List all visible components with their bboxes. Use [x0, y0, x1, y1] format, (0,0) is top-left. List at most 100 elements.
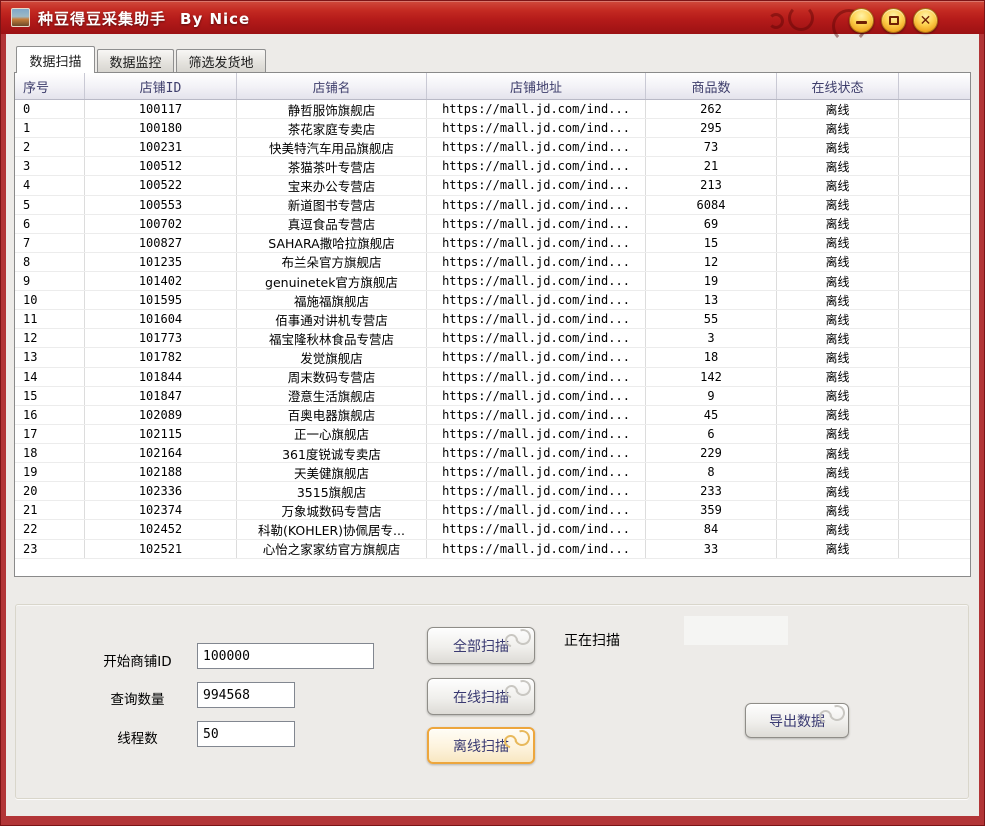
table-row[interactable]: 22102452科勒(KOHLER)协佩居专...https://mall.jd…	[15, 520, 970, 539]
header-online-status[interactable]: 在线状态	[777, 73, 899, 99]
product-count: 84	[646, 520, 777, 538]
product-count: 9	[646, 387, 777, 405]
online-status: 离线	[777, 501, 899, 519]
table-row[interactable]: 7100827SAHARA撒哈拉旗舰店https://mall.jd.com/i…	[15, 234, 970, 253]
online-status: 离线	[777, 157, 899, 175]
tab-filter-shipping[interactable]: 筛选发货地	[176, 49, 266, 73]
scan-online-button[interactable]: 在线扫描	[427, 678, 535, 715]
online-status: 离线	[777, 291, 899, 309]
header-index[interactable]: 序号	[15, 73, 85, 99]
shop-url: https://mall.jd.com/ind...	[427, 272, 646, 290]
online-status: 离线	[777, 138, 899, 156]
scan-all-button[interactable]: 全部扫描	[427, 627, 535, 664]
shop-id: 100522	[85, 176, 237, 194]
query-count-input[interactable]	[197, 682, 295, 708]
thread-count-input[interactable]	[197, 721, 295, 747]
maximize-button[interactable]	[881, 8, 906, 33]
shop-id: 102336	[85, 482, 237, 500]
table-row[interactable]: 9101402genuinetek官方旗舰店https://mall.jd.co…	[15, 272, 970, 291]
product-count: 13	[646, 291, 777, 309]
table-row[interactable]: 201023363515旗舰店https://mall.jd.com/ind..…	[15, 482, 970, 501]
shop-url: https://mall.jd.com/ind...	[427, 119, 646, 137]
table-row[interactable]: 12101773福宝隆秋林食品专营店https://mall.jd.com/in…	[15, 329, 970, 348]
online-status: 离线	[777, 253, 899, 271]
row-index: 8	[15, 253, 85, 271]
row-index: 21	[15, 501, 85, 519]
table-row[interactable]: 23102521心怡之家家纺官方旗舰店https://mall.jd.com/i…	[15, 540, 970, 559]
row-index: 18	[15, 444, 85, 462]
table-row[interactable]: 16102089百奥电器旗舰店https://mall.jd.com/ind..…	[15, 406, 970, 425]
titlebar-swirl-decoration	[768, 13, 784, 29]
table-row[interactable]: 3100512茶猫茶叶专营店https://mall.jd.com/ind...…	[15, 157, 970, 176]
table-row[interactable]: 4100522宝来办公专营店https://mall.jd.com/ind...…	[15, 176, 970, 195]
table-row[interactable]: 18102164361度锐诚专卖店https://mall.jd.com/ind…	[15, 444, 970, 463]
row-index: 14	[15, 368, 85, 386]
shop-id: 102452	[85, 520, 237, 538]
shop-id: 101604	[85, 310, 237, 328]
product-count: 18	[646, 348, 777, 366]
table-row[interactable]: 17102115正一心旗舰店https://mall.jd.com/ind...…	[15, 425, 970, 444]
empty-cell	[899, 482, 970, 500]
table-row[interactable]: 6100702真逗食品专营店https://mall.jd.com/ind...…	[15, 215, 970, 234]
header-product-count[interactable]: 商品数	[646, 73, 777, 99]
row-index: 19	[15, 463, 85, 481]
row-index: 16	[15, 406, 85, 424]
product-count: 21	[646, 157, 777, 175]
shop-url: https://mall.jd.com/ind...	[427, 520, 646, 538]
shop-name: genuinetek官方旗舰店	[237, 272, 427, 290]
table-row[interactable]: 19102188天美健旗舰店https://mall.jd.com/ind...…	[15, 463, 970, 482]
shop-id: 101847	[85, 387, 237, 405]
table-row[interactable]: 0100117静哲服饰旗舰店https://mall.jd.com/ind...…	[15, 100, 970, 119]
product-count: 6	[646, 425, 777, 443]
header-shop-url[interactable]: 店铺地址	[427, 73, 646, 99]
shop-table: 序号 店铺ID 店铺名 店铺地址 商品数 在线状态 0100117静哲服饰旗舰店…	[14, 72, 971, 577]
start-shop-id-input[interactable]	[197, 643, 374, 669]
product-count: 73	[646, 138, 777, 156]
online-status: 离线	[777, 406, 899, 424]
table-row[interactable]: 2100231快美特汽车用品旗舰店https://mall.jd.com/ind…	[15, 138, 970, 157]
header-shop-name[interactable]: 店铺名	[237, 73, 427, 99]
shop-id: 102521	[85, 540, 237, 558]
table-row[interactable]: 8101235布兰朵官方旗舰店https://mall.jd.com/ind..…	[15, 253, 970, 272]
empty-cell	[899, 463, 970, 481]
close-button[interactable]: ✕	[913, 8, 938, 33]
shop-url: https://mall.jd.com/ind...	[427, 215, 646, 233]
table-row[interactable]: 13101782发觉旗舰店https://mall.jd.com/ind...1…	[15, 348, 970, 367]
table-row[interactable]: 15101847澄意生活旗舰店https://mall.jd.com/ind..…	[15, 387, 970, 406]
shop-url: https://mall.jd.com/ind...	[427, 368, 646, 386]
export-data-button[interactable]: 导出数据	[745, 703, 849, 738]
shop-name: 周末数码专营店	[237, 368, 427, 386]
shop-url: https://mall.jd.com/ind...	[427, 482, 646, 500]
shop-id: 100180	[85, 119, 237, 137]
app-window: 种豆得豆采集助手By Nice ✕ 数据扫描 数据监控 筛选发货地 序号 店铺I…	[0, 0, 985, 826]
shop-id: 101595	[85, 291, 237, 309]
title-bar[interactable]: 种豆得豆采集助手By Nice ✕	[1, 1, 984, 34]
table-row[interactable]: 1100180茶花家庭专卖店https://mall.jd.com/ind...…	[15, 119, 970, 138]
table-row[interactable]: 21102374万象城数码专营店https://mall.jd.com/ind.…	[15, 501, 970, 520]
minimize-button[interactable]	[849, 8, 874, 33]
online-status: 离线	[777, 463, 899, 481]
shop-url: https://mall.jd.com/ind...	[427, 291, 646, 309]
shop-id: 102188	[85, 463, 237, 481]
row-index: 11	[15, 310, 85, 328]
row-index: 22	[15, 520, 85, 538]
table-row[interactable]: 14101844周末数码专营店https://mall.jd.com/ind..…	[15, 368, 970, 387]
online-status: 离线	[777, 100, 899, 118]
tab-data-monitor[interactable]: 数据监控	[97, 49, 174, 73]
row-index: 2	[15, 138, 85, 156]
shop-url: https://mall.jd.com/ind...	[427, 157, 646, 175]
row-index: 9	[15, 272, 85, 290]
tab-data-scan[interactable]: 数据扫描	[16, 46, 95, 73]
scan-offline-button[interactable]: 离线扫描	[427, 727, 535, 764]
row-index: 0	[15, 100, 85, 118]
empty-cell	[899, 540, 970, 558]
header-shop-id[interactable]: 店铺ID	[85, 73, 237, 99]
table-row[interactable]: 11101604佰事通对讲机专营店https://mall.jd.com/ind…	[15, 310, 970, 329]
app-title: 种豆得豆采集助手	[38, 10, 166, 28]
empty-cell	[899, 406, 970, 424]
table-row[interactable]: 5100553新道图书专营店https://mall.jd.com/ind...…	[15, 196, 970, 215]
table-row[interactable]: 10101595福施福旗舰店https://mall.jd.com/ind...…	[15, 291, 970, 310]
product-count: 233	[646, 482, 777, 500]
empty-cell	[899, 520, 970, 538]
table-body: 0100117静哲服饰旗舰店https://mall.jd.com/ind...…	[15, 100, 970, 559]
